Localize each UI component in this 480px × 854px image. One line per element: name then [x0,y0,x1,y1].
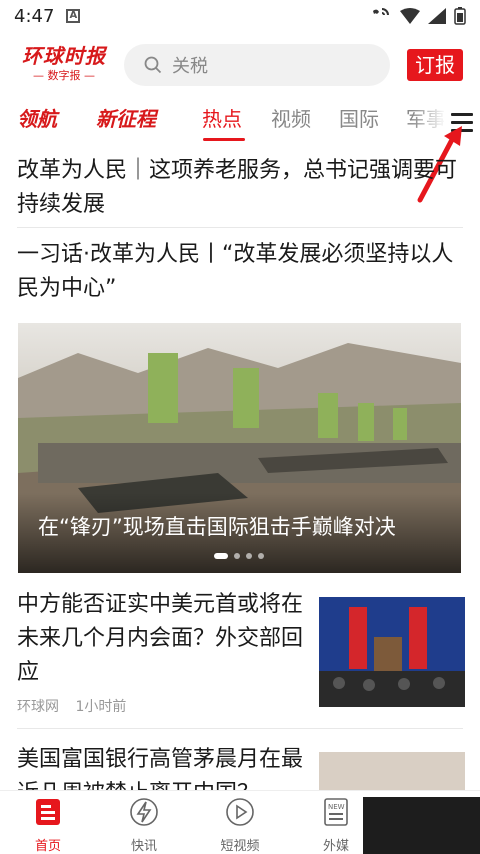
divider [17,227,463,228]
subscribe-button[interactable]: 订报 [407,49,463,81]
channel-tabs: 领航 新征程 热点 视频 国际 军事 [0,96,480,144]
wifi-call-icon [373,8,389,16]
news-thumbnail-2[interactable] [319,752,465,790]
news-thumbnail-1[interactable] [319,597,465,707]
nav-short-video-label: 短视频 [220,839,260,854]
nav-flash-label: 快讯 [130,839,157,854]
notification-badge-icon: A [66,9,81,23]
nav-short-video[interactable]: 短视频 [200,797,280,854]
svg-text:NEW: NEW [328,803,345,811]
tab-video[interactable]: 视频 [271,104,311,134]
lightning-icon [130,798,158,826]
news-title: 中方能否证实中美元首或将在未来几个月内会面？外交部回应 [17,592,304,685]
app-header: 环球时报 — 数字报 — 关税 订报 [0,38,480,94]
nav-flash[interactable]: 快讯 [104,797,184,854]
news-time: 1小时前 [75,699,127,715]
channel-menu-icon[interactable] [444,104,480,140]
play-icon [226,798,254,826]
banner-caption: 在“锋刃”现场直击国际狙击手巅峰对决 [38,515,396,539]
search-icon [144,56,162,74]
overlay-corner [363,797,480,854]
featured-banner[interactable]: 在“锋刃”现场直击国际狙击手巅峰对决 [18,323,461,573]
nav-home-label: 首页 [34,839,61,854]
tab-international[interactable]: 国际 [339,104,379,134]
status-time: 4:47 [14,5,55,27]
tab-hot[interactable]: 热点 [202,104,242,134]
press-conference-image [319,597,465,707]
new-document-icon: NEW [324,798,348,826]
divider [17,728,463,729]
nav-home[interactable]: 首页 [8,797,88,854]
tab-new-journey[interactable]: 新征程 [96,104,156,134]
battery-icon [454,7,466,25]
logo-subtitle: — 数字报 — [33,69,95,82]
logo-title: 环球时报 [22,44,106,68]
wifi-icon [400,8,420,24]
tab-lingHang[interactable]: 领航 [17,104,57,134]
home-news-icon [36,799,60,825]
headline-1[interactable]: 改革为人民｜这项养老服务，总书记强调要可持续发展 [17,154,467,222]
app-logo[interactable]: 环球时报 — 数字报 — [16,44,112,88]
status-bar: 4:47 A [0,0,480,32]
headline-2[interactable]: 一习话·改革为人民丨“改革发展必须坚持以人民为中心” [17,238,467,306]
active-tab-indicator [203,138,245,141]
search-input[interactable]: 关税 [124,44,390,86]
carousel-indicator [214,553,264,559]
search-placeholder: 关税 [172,56,208,77]
tabs-fade [412,96,446,144]
signal-icon [428,8,446,24]
news-source: 环球网 [17,699,59,715]
